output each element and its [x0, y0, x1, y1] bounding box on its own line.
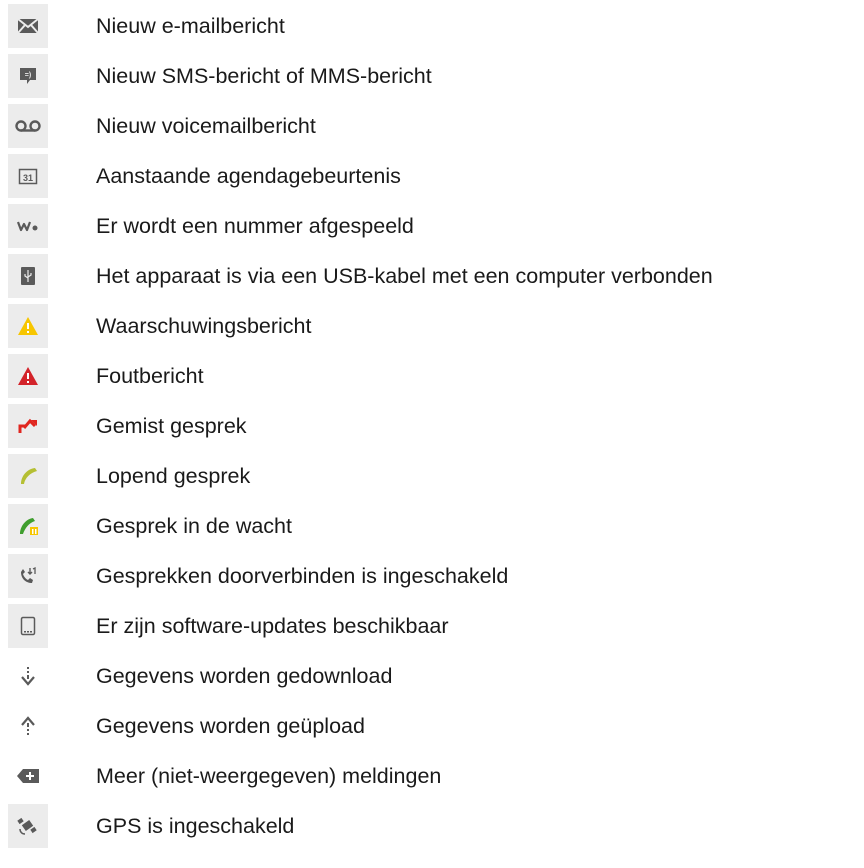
list-item: Het apparaat is via een USB-kabel met ee… [0, 254, 864, 298]
list-item: Gesprekken doorverbinden is ingeschakeld [0, 554, 864, 598]
list-item: Gemist gesprek [0, 404, 864, 448]
list-item: 31 Aanstaande agendagebeurtenis [0, 154, 864, 198]
list-item: Waarschuwingsbericht [0, 304, 864, 348]
item-label: Gegevens worden gedownload [96, 664, 393, 688]
usb-icon [8, 254, 48, 298]
item-label: Waarschuwingsbericht [96, 314, 312, 338]
sms-mms-icon: =) [8, 54, 48, 98]
list-item: Gegevens worden geüpload [0, 704, 864, 748]
walkman-icon [8, 204, 48, 248]
more-notifications-icon [8, 754, 48, 798]
list-item: Meer (niet-weergegeven) meldingen [0, 754, 864, 798]
upload-icon [8, 704, 48, 748]
item-label: Gemist gesprek [96, 414, 247, 438]
item-label: Foutbericht [96, 364, 204, 388]
gps-icon [8, 804, 48, 848]
item-label: Er wordt een nummer afgespeeld [96, 214, 414, 238]
svg-text:31: 31 [23, 173, 33, 183]
list-item: Nieuw e-mailbericht [0, 4, 864, 48]
voicemail-icon [8, 104, 48, 148]
software-update-icon [8, 604, 48, 648]
list-item: Lopend gesprek [0, 454, 864, 498]
warning-icon [8, 304, 48, 348]
list-item: Foutbericht [0, 354, 864, 398]
list-item: Er wordt een nummer afgespeeld [0, 204, 864, 248]
error-icon [8, 354, 48, 398]
item-label: Nieuw SMS-bericht of MMS-bericht [96, 64, 432, 88]
item-label: Aanstaande agendagebeurtenis [96, 164, 401, 188]
download-icon [8, 654, 48, 698]
list-item: Nieuw voicemailbericht [0, 104, 864, 148]
ongoing-call-icon [8, 454, 48, 498]
calendar-icon: 31 [8, 154, 48, 198]
item-label: Er zijn software-updates beschikbaar [96, 614, 449, 638]
item-label: Gesprek in de wacht [96, 514, 292, 538]
item-label: GPS is ingeschakeld [96, 814, 295, 838]
item-label: Nieuw e-mailbericht [96, 14, 285, 38]
list-item: GPS is ingeschakeld [0, 804, 864, 848]
list-item: Er zijn software-updates beschikbaar [0, 604, 864, 648]
item-label: Nieuw voicemailbericht [96, 114, 316, 138]
item-label: Gegevens worden geüpload [96, 714, 365, 738]
item-label: Lopend gesprek [96, 464, 251, 488]
list-item: Gegevens worden gedownload [0, 654, 864, 698]
item-label: Gesprekken doorverbinden is ingeschakeld [96, 564, 509, 588]
item-label: Het apparaat is via een USB-kabel met ee… [96, 264, 713, 288]
list-item: Gesprek in de wacht [0, 504, 864, 548]
call-forward-icon [8, 554, 48, 598]
call-on-hold-icon [8, 504, 48, 548]
missed-call-icon [8, 404, 48, 448]
svg-text:=): =) [25, 72, 31, 79]
email-icon [8, 4, 48, 48]
item-label: Meer (niet-weergegeven) meldingen [96, 764, 442, 788]
list-item: =) Nieuw SMS-bericht of MMS-bericht [0, 54, 864, 98]
